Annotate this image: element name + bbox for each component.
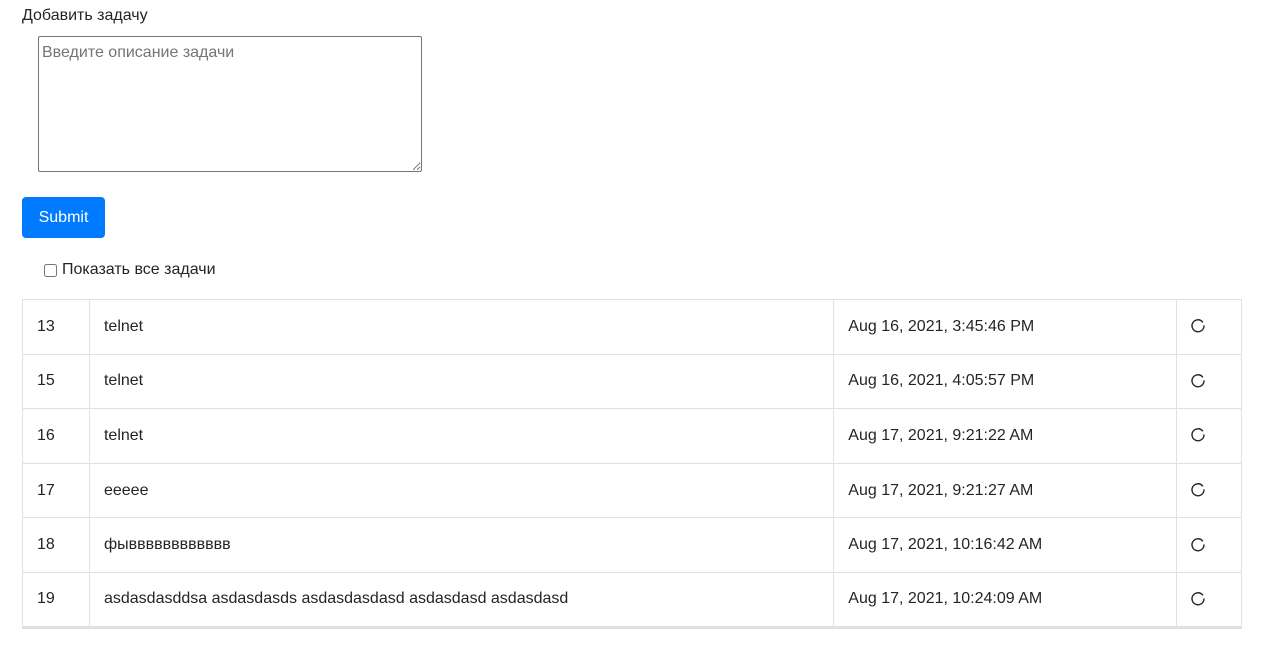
tasks-table: 13 telnet Aug 16, 2021, 3:45:46 PM 15 te… [22, 299, 1242, 629]
table-row: 17 eeeee Aug 17, 2021, 9:21:27 AM [22, 462, 1242, 519]
task-id-cell: 13 [22, 299, 90, 355]
show-all-tasks-toggle[interactable]: Показать все задачи [44, 260, 216, 280]
task-description-textarea[interactable] [38, 36, 422, 172]
task-action-cell [1176, 353, 1242, 410]
task-action-cell [1176, 408, 1242, 464]
table-row: 15 telnet Aug 16, 2021, 4:05:57 PM [22, 353, 1242, 410]
refresh-icon[interactable] [1189, 481, 1207, 499]
refresh-icon[interactable] [1189, 317, 1207, 335]
task-description-cell: asdasdasddsa asdasdasds asdasdasdasd asd… [88, 571, 835, 628]
refresh-icon[interactable] [1189, 590, 1207, 608]
task-id-cell: 18 [22, 517, 90, 573]
task-date-cell: Aug 17, 2021, 9:21:22 AM [833, 408, 1177, 464]
table-row: 13 telnet Aug 16, 2021, 3:45:46 PM [22, 299, 1242, 355]
page: Добавить задачу Submit Показать все зада… [0, 0, 1264, 661]
task-action-cell [1176, 517, 1242, 573]
table-row: 16 telnet Aug 17, 2021, 9:21:22 AM [22, 408, 1242, 464]
show-all-tasks-label: Показать все задачи [62, 261, 216, 278]
task-description-cell: eeeee [88, 462, 835, 519]
task-action-cell [1176, 571, 1242, 628]
task-id-cell: 17 [22, 462, 90, 519]
task-description-cell: telnet [88, 299, 835, 355]
task-description-cell: telnet [88, 353, 835, 410]
add-task-label: Добавить задачу [22, 7, 148, 24]
task-id-cell: 19 [22, 571, 90, 628]
task-date-cell: Aug 17, 2021, 10:16:42 AM [833, 517, 1177, 573]
table-row: 18 фывввввввввввв Aug 17, 2021, 10:16:42… [22, 517, 1242, 573]
task-date-cell: Aug 16, 2021, 4:05:57 PM [833, 353, 1177, 410]
task-date-cell: Aug 16, 2021, 3:45:46 PM [833, 299, 1177, 355]
tasks-table-body: 13 telnet Aug 16, 2021, 3:45:46 PM 15 te… [22, 299, 1242, 628]
task-action-cell [1176, 462, 1242, 519]
refresh-icon[interactable] [1189, 372, 1207, 390]
table-row: 19 asdasdasddsa asdasdasds asdasdasdasd … [22, 571, 1242, 628]
task-description-cell: фывввввввввввв [88, 517, 835, 573]
submit-button[interactable]: Submit [22, 197, 105, 238]
show-all-tasks-checkbox[interactable] [44, 263, 57, 277]
task-date-cell: Aug 17, 2021, 10:24:09 AM [833, 571, 1177, 628]
refresh-icon[interactable] [1189, 426, 1207, 444]
refresh-icon[interactable] [1189, 536, 1207, 554]
task-action-cell [1176, 299, 1242, 355]
task-id-cell: 16 [22, 408, 90, 464]
task-date-cell: Aug 17, 2021, 9:21:27 AM [833, 462, 1177, 519]
task-id-cell: 15 [22, 353, 90, 410]
task-description-cell: telnet [88, 408, 835, 464]
